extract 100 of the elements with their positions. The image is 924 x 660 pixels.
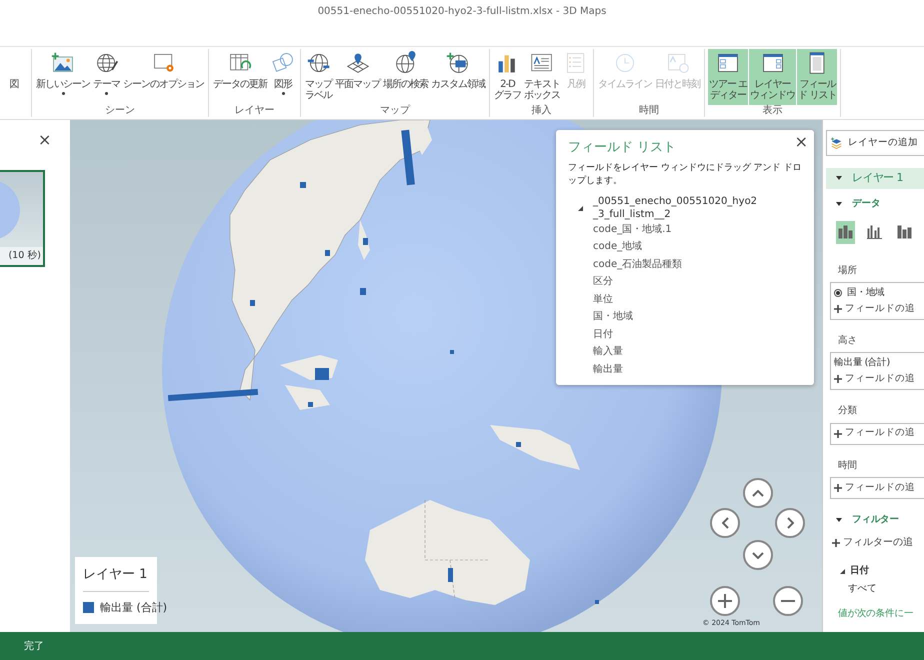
collapse-icon[interactable]	[836, 202, 842, 206]
bar-chart-icon	[838, 225, 854, 240]
section-title: フィルター	[852, 512, 900, 527]
panel-icon	[760, 51, 785, 75]
zoom-out-button[interactable]	[773, 586, 803, 616]
legend-label: 輸出量 (合計)	[100, 600, 168, 616]
panel-title: フィールド リスト	[568, 139, 676, 157]
layers-icon	[831, 136, 842, 150]
field-name: 輸出量 (合計)	[834, 356, 890, 370]
field-item[interactable]: 国・地域	[568, 308, 802, 326]
legend-title: レイヤー 1	[83, 565, 149, 592]
well-label: 高さ	[837, 334, 858, 348]
data-column	[516, 442, 521, 447]
field-item[interactable]: code_地域	[568, 238, 802, 256]
ribbon-button[interactable]: マップ ラベル	[304, 49, 333, 105]
ribbon-button[interactable]: テキスト ボックス	[523, 49, 561, 105]
zoom-in-icon	[718, 594, 732, 608]
ribbon-button[interactable]: ツアー エ ディター	[708, 49, 748, 105]
zoom-in-button[interactable]	[710, 586, 740, 616]
add-field-button[interactable]: フィールドの追	[834, 480, 915, 496]
field-item[interactable]: 単位	[568, 290, 802, 308]
ribbon-group-label: 時間	[638, 105, 660, 117]
chart-type-button[interactable]	[836, 220, 856, 244]
right-arrow-button[interactable]	[775, 508, 805, 538]
expand-icon[interactable]	[578, 206, 583, 210]
ribbon-group-label: シーン	[104, 105, 136, 117]
scene-duration: (10 秒)	[0, 246, 43, 265]
well-label: 場所	[837, 264, 858, 278]
ribbon-group-label: マップ	[379, 105, 412, 117]
add-field-button[interactable]: フィールドの追	[834, 371, 915, 388]
data-column	[308, 402, 313, 407]
data-column	[363, 238, 368, 245]
ribbon-button[interactable]: 場所の検索	[382, 49, 429, 105]
globe-pin-icon	[394, 51, 418, 75]
filter-value: すべて	[847, 582, 878, 596]
ribbon-button[interactable]: レイヤー ウィンドウ	[749, 49, 796, 105]
ribbon-button[interactable]: テーマ	[92, 49, 121, 105]
table-name[interactable]: _00551_enecho_00551020_hyo2_3_full_listm__2	[593, 194, 758, 220]
radio-button[interactable]	[834, 289, 842, 297]
field-item[interactable]: 区分	[568, 273, 802, 290]
scene-thumbnail[interactable]: (10 秒)	[0, 170, 45, 267]
plus-icon	[832, 538, 840, 546]
add-filter-button[interactable]: フィルターの追	[826, 531, 913, 554]
bar-chart-icon	[867, 225, 882, 240]
expand-icon[interactable]	[840, 568, 845, 574]
well-label: 時間	[837, 458, 858, 472]
clock-icon	[613, 51, 637, 75]
instruction-text: フィールドをレイヤー ウィンドウにドラッグ アンド ドロップします。	[568, 162, 802, 188]
shapes-icon	[271, 51, 295, 75]
close-button[interactable]: ×	[794, 134, 808, 150]
ribbon-button[interactable]: カスタム領域	[430, 49, 486, 105]
ribbon-button[interactable]: フィール ド リスト	[797, 49, 838, 105]
plus-icon	[834, 375, 842, 384]
plus-icon	[834, 484, 842, 492]
section-title: データ	[852, 196, 880, 210]
data-column	[360, 288, 366, 295]
status-text: 完了	[0, 632, 924, 660]
field-item[interactable]: 日付	[568, 326, 802, 343]
layer-name: レイヤー 1	[852, 170, 903, 186]
ribbon-group-label: 表示	[762, 105, 784, 117]
ribbon-button[interactable]: 図	[0, 49, 28, 105]
ribbon-button[interactable]: 図形	[269, 49, 297, 105]
collapse-icon[interactable]	[836, 518, 842, 522]
ribbon-button[interactable]: データの更新	[212, 49, 268, 105]
window-title: 00551-enecho-00551020-hyo2-3-full-listm.xlsx - 3D Maps	[316, 4, 608, 18]
flat-map-icon	[346, 51, 370, 75]
data-column	[401, 130, 415, 186]
bar-chart-icon	[896, 225, 912, 240]
data-column	[325, 250, 330, 256]
ribbon-button[interactable]: 2-D グラフ	[493, 49, 522, 105]
field-item[interactable]: code_国・地域.1	[568, 220, 802, 238]
left-arrow-button[interactable]	[710, 508, 740, 538]
layer-header[interactable]: レイヤー 1	[826, 168, 924, 188]
filter-condition-link[interactable]: 値が次の条件に一	[826, 596, 924, 621]
globe-icon	[306, 51, 330, 75]
data-column	[448, 568, 453, 582]
field-item[interactable]: code_石油製品種類	[568, 256, 802, 273]
add-layer-button[interactable]: レイヤーの追加	[826, 130, 924, 156]
field-item[interactable]: 輸入量	[568, 343, 802, 360]
panel-icon	[716, 51, 740, 75]
data-column	[315, 368, 329, 380]
ribbon-button[interactable]: 新しいシーン	[35, 49, 91, 105]
globe-icon	[94, 51, 118, 75]
close-button[interactable]: ×	[38, 132, 52, 148]
ribbon-button[interactable]: 平面マップ	[334, 49, 381, 105]
up-arrow-button[interactable]	[743, 478, 773, 508]
data-column	[300, 182, 306, 188]
landscape-icon	[51, 51, 75, 75]
add-field-button[interactable]: フィールドの追	[834, 301, 915, 317]
ribbon-button[interactable]: シーンのオプション	[122, 49, 205, 105]
down-arrow-button[interactable]	[743, 540, 773, 570]
data-column	[595, 600, 599, 604]
filter-name: 日付	[850, 564, 869, 578]
data-column	[250, 300, 255, 306]
well-label: 分類	[837, 404, 858, 418]
add-field-button[interactable]: フィールドの追	[834, 426, 915, 442]
field-item[interactable]: 輸出量	[568, 360, 802, 378]
data-column	[450, 350, 454, 354]
globe-icon	[446, 51, 470, 75]
date-time-icon	[666, 51, 690, 75]
